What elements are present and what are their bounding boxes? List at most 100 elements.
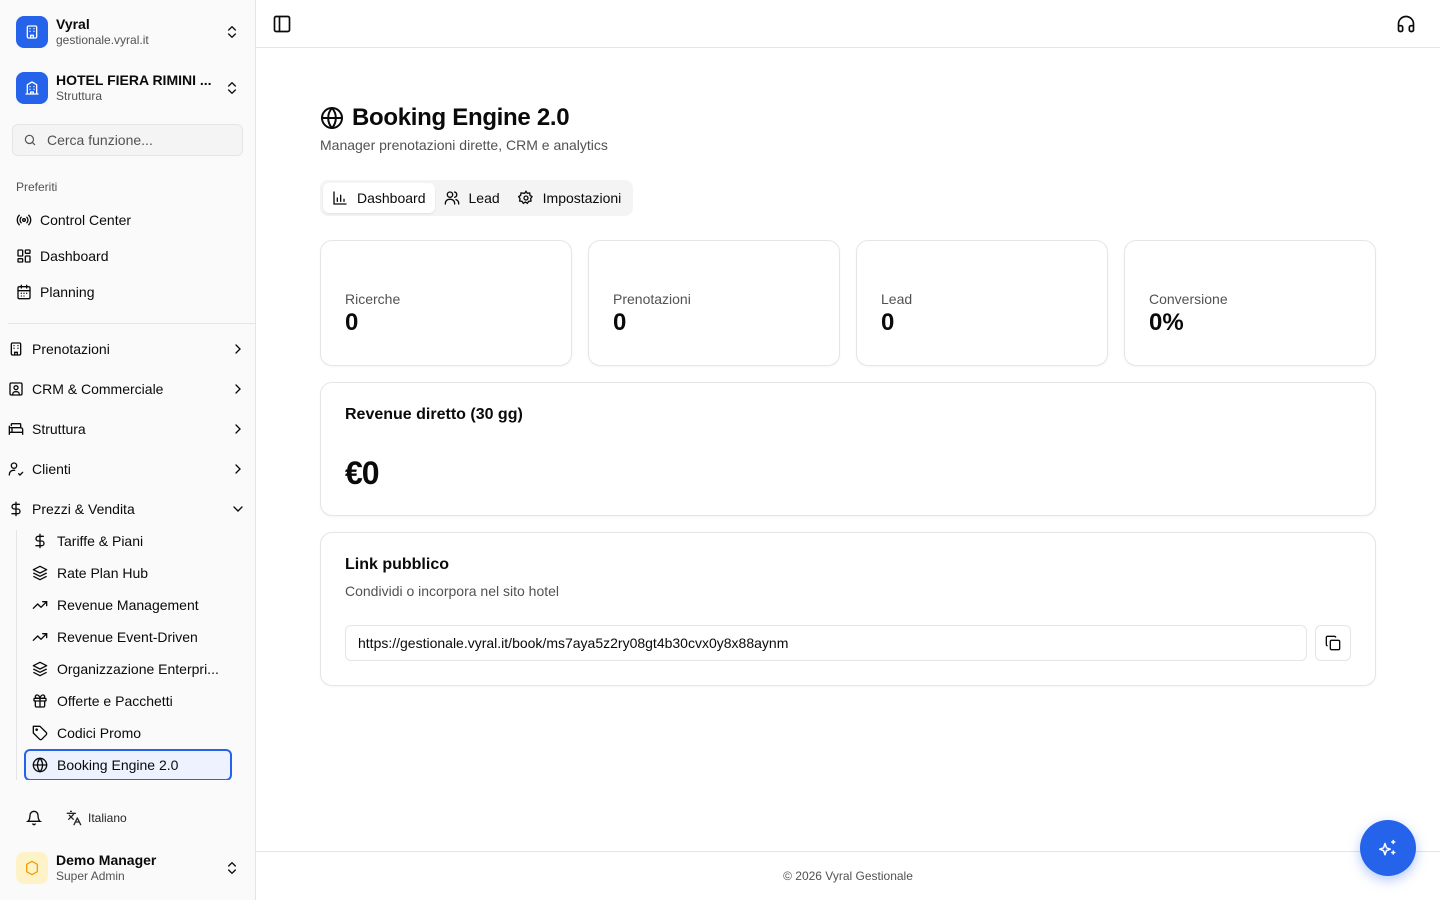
language-label: Italiano [88, 811, 127, 825]
nav-group-prezzi-vendita[interactable]: Prezzi & Vendita [0, 491, 256, 527]
public-link-subtitle: Condividi o incorpora nel sito hotel [345, 583, 560, 599]
copy-icon [1325, 635, 1341, 651]
sub-item-booking-engine[interactable]: Booking Engine 2.0 [24, 749, 232, 781]
nav-item-control-center[interactable]: Control Center [8, 204, 248, 236]
user-check-icon [8, 462, 24, 476]
bar-chart-icon [333, 191, 347, 205]
contact-icon [9, 382, 23, 396]
revenue-value: €0 [345, 455, 380, 491]
page-header: Booking Engine 2.0 [320, 104, 570, 132]
property-switcher[interactable]: HOTEL FIERA RIMINI ... Struttura [8, 64, 248, 112]
nav-item-label: Planning [40, 284, 95, 300]
favorites-label: Preferiti [16, 180, 58, 194]
dollar-icon [11, 501, 21, 517]
sidebar-toggle-icon[interactable] [272, 14, 292, 34]
tab-label: Dashboard [357, 190, 426, 206]
sub-item-tariffe[interactable]: Tariffe & Piani [24, 526, 232, 556]
bell-icon[interactable] [26, 810, 42, 826]
chevron-right-icon [235, 384, 241, 394]
footer: © 2026 Vyral Gestionale [256, 851, 1440, 900]
stat-card-ricerche: Ricerche 0 [320, 240, 572, 366]
search-input[interactable] [47, 132, 227, 148]
sub-item-label: Revenue Management [57, 597, 199, 613]
tab-label: Lead [468, 190, 500, 206]
nav-item-dashboard[interactable]: Dashboard [8, 240, 248, 272]
chevrons-up-down-icon [228, 26, 236, 38]
nav-item-planning[interactable]: Planning [8, 276, 248, 308]
user-menu[interactable]: Demo Manager Super Admin [8, 844, 248, 892]
sub-item-rate-plan-hub[interactable]: Rate Plan Hub [24, 558, 232, 588]
sub-item-label: Revenue Event-Driven [57, 629, 198, 645]
stat-value: 0 [613, 309, 627, 336]
nav-group-struttura[interactable]: Struttura [0, 411, 256, 447]
languages-icon [66, 810, 82, 826]
globe-icon [321, 107, 343, 129]
language-selector[interactable]: Italiano [66, 810, 127, 826]
public-link-input[interactable] [345, 625, 1307, 661]
search-box [12, 124, 243, 156]
stat-card-conversione: Conversione 0% [1124, 240, 1376, 366]
sub-item-codici-promo[interactable]: Codici Promo [24, 718, 232, 748]
nav-group-prenotazioni[interactable]: Prenotazioni [0, 331, 256, 367]
org-name: Vyral [56, 16, 90, 32]
tab-label: Impostazioni [542, 190, 622, 206]
settings-icon [517, 190, 533, 205]
trending-up-icon [32, 633, 48, 641]
nav-group-clienti[interactable]: Clienti [0, 451, 256, 487]
nav-item-label: Control Center [40, 212, 132, 228]
public-link-title: Link pubblico [345, 556, 449, 573]
nav-group-label: Prezzi & Vendita [32, 501, 135, 517]
sub-item-revenue-management[interactable]: Revenue Management [24, 590, 232, 620]
calendar-icon [17, 284, 31, 300]
nav-group-crm[interactable]: CRM & Commerciale [0, 371, 256, 407]
layers-icon [32, 661, 48, 677]
building-icon [16, 16, 48, 48]
avatar [16, 852, 48, 884]
stat-label: Lead [881, 291, 913, 307]
tab-impostazioni[interactable]: Impostazioni [509, 183, 631, 213]
revenue-card: Revenue diretto (30 gg) €0 [320, 382, 1376, 516]
stat-label: Conversione [1149, 291, 1228, 307]
search-icon [24, 134, 36, 146]
sidebar-bottom-bar: Italiano [0, 800, 255, 836]
radio-icon [16, 214, 32, 226]
chevron-down-icon [233, 506, 243, 512]
copy-link-button[interactable] [1315, 625, 1351, 661]
page-title: Booking Engine 2.0 [352, 104, 570, 131]
nav-item-label: Dashboard [40, 248, 109, 264]
tag-icon [32, 725, 48, 741]
headphones-icon[interactable] [1396, 14, 1416, 34]
nav-group-label: Prenotazioni [32, 341, 110, 357]
dollar-icon [35, 533, 45, 549]
sub-item-offerte-pacchetti[interactable]: Offerte e Pacchetti [24, 686, 232, 716]
nav-group-label: Clienti [32, 461, 71, 477]
footer-text: © 2026 Vyral Gestionale [783, 869, 913, 883]
public-link-card: Link pubblico Condividi o incorpora nel … [320, 532, 1376, 686]
revenue-title: Revenue diretto (30 gg) [345, 406, 523, 423]
property-name: HOTEL FIERA RIMINI ... [56, 72, 212, 88]
stat-label: Prenotazioni [613, 291, 691, 307]
sidebar-divider [8, 323, 256, 324]
stat-value: 0 [881, 309, 895, 336]
users-icon [444, 191, 459, 205]
hotel-icon [16, 72, 48, 104]
stat-card-lead: Lead 0 [856, 240, 1108, 366]
globe-icon [32, 757, 48, 773]
trending-up-icon [32, 601, 48, 609]
sub-item-revenue-event-driven[interactable]: Revenue Event-Driven [24, 622, 232, 652]
ai-assistant-button[interactable] [1360, 820, 1416, 876]
submenu-guide-line [16, 530, 17, 790]
user-role: Super Admin [56, 869, 125, 883]
chevron-right-icon [235, 464, 241, 474]
top-bar [256, 0, 1440, 48]
chevrons-up-down-icon [228, 862, 236, 874]
nav-group-label: Struttura [32, 421, 86, 437]
tab-dashboard[interactable]: Dashboard [323, 183, 435, 213]
tab-list: Dashboard Lead Impostazioni [320, 180, 634, 216]
sub-item-organizzazione-enterprise[interactable]: Organizzazione Enterpri... [24, 654, 232, 684]
chevrons-up-down-icon [228, 82, 236, 94]
property-type: Struttura [56, 89, 103, 103]
org-switcher[interactable]: Vyral gestionale.vyral.it [8, 8, 248, 56]
tab-lead[interactable]: Lead [435, 183, 509, 213]
stat-value: 0 [345, 309, 359, 336]
